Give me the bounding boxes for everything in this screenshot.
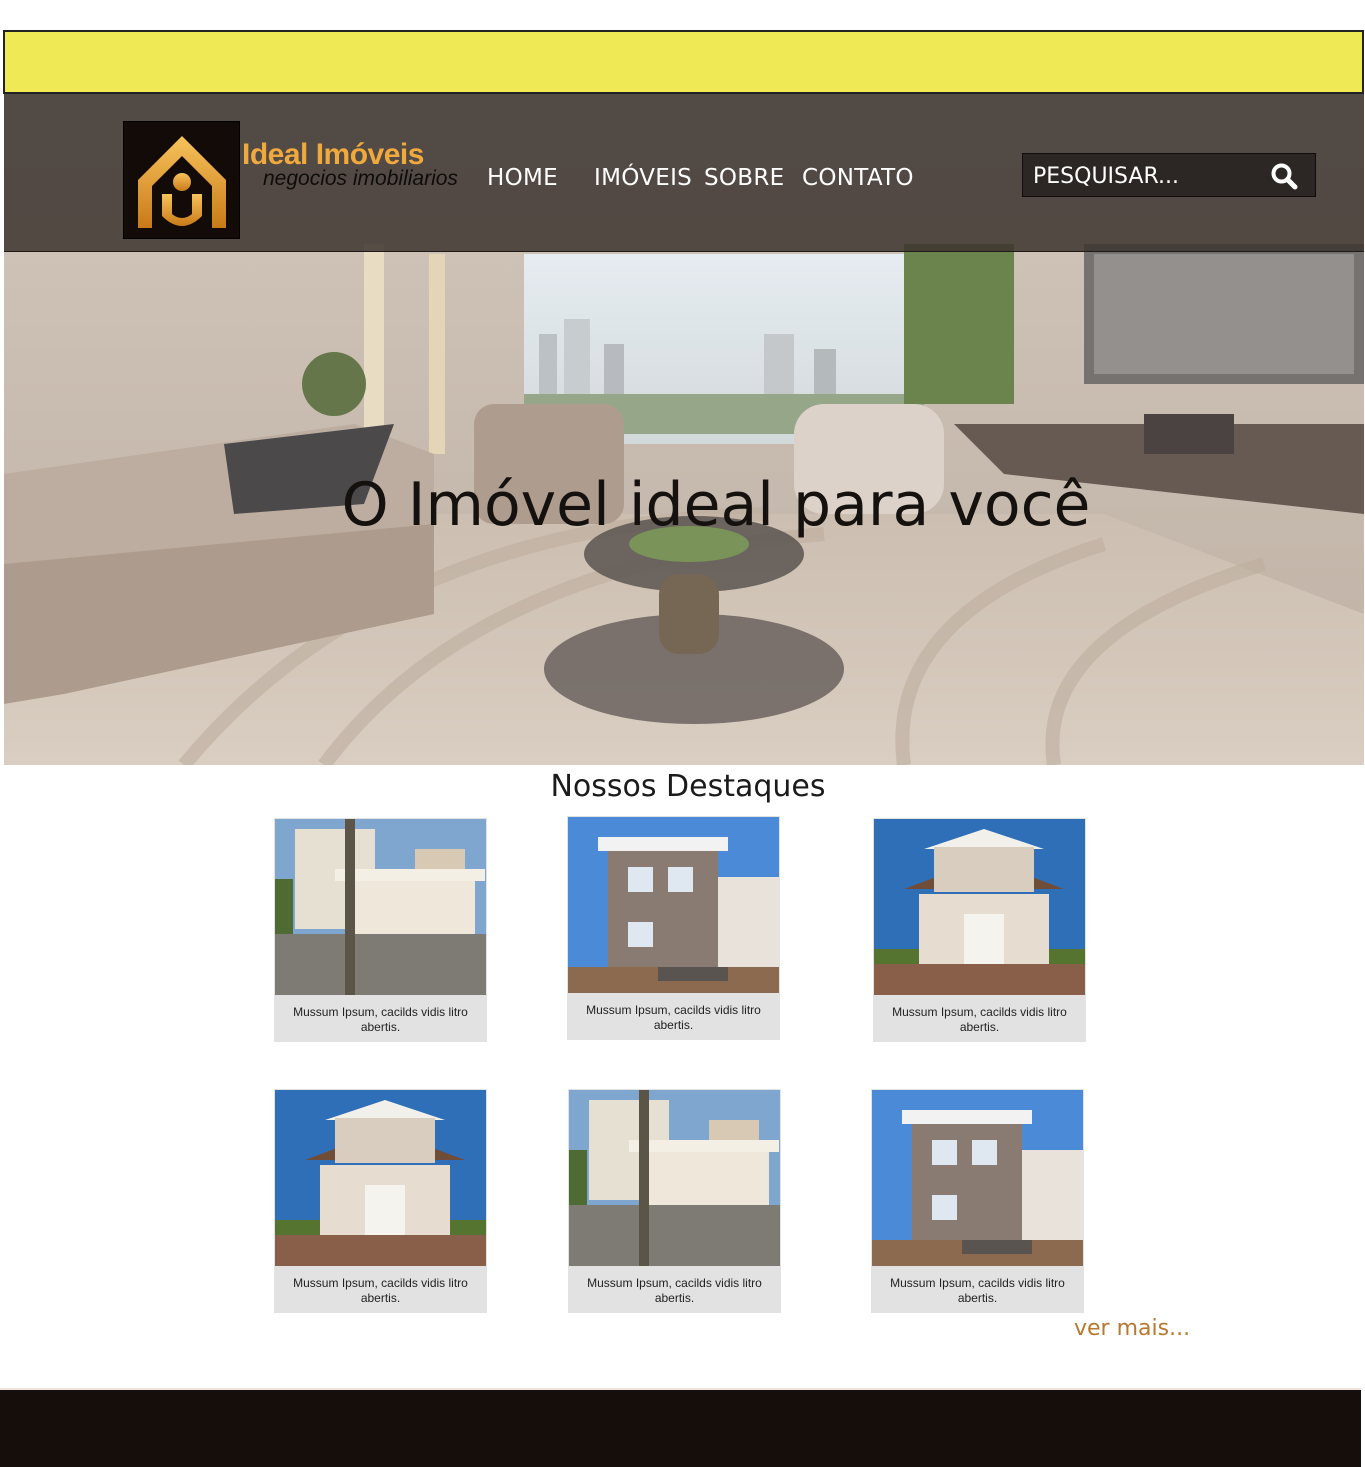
card-caption: Mussum Ipsum, cacilds vidis litro aberti… <box>586 1003 761 1032</box>
brand-tagline: negocios imobiliarios <box>263 167 458 190</box>
card-caption: Mussum Ipsum, cacilds vidis litro aberti… <box>890 1276 1065 1305</box>
property-card[interactable]: Mussum Ipsum, cacilds vidis litro aberti… <box>568 1089 781 1313</box>
top-banner-bar <box>3 30 1364 94</box>
modern-house-photo <box>872 1090 1083 1266</box>
site-footer <box>0 1388 1361 1467</box>
featured-title: Nossos Destaques <box>550 769 826 804</box>
property-card[interactable]: Mussum Ipsum, cacilds vidis litro aberti… <box>871 1089 1084 1313</box>
house-logo-icon <box>138 136 226 228</box>
property-card[interactable]: Mussum Ipsum, cacilds vidis litro aberti… <box>567 816 780 1040</box>
modern-house-photo <box>568 817 779 993</box>
card-caption: Mussum Ipsum, cacilds vidis litro aberti… <box>293 1005 468 1034</box>
card-caption: Mussum Ipsum, cacilds vidis litro aberti… <box>892 1005 1067 1034</box>
two-story-house-photo <box>874 819 1085 995</box>
property-card[interactable]: Mussum Ipsum, cacilds vidis litro aberti… <box>873 818 1086 1042</box>
nav-imoveis-link[interactable]: IMÓVEIS <box>594 165 692 191</box>
see-more-link[interactable]: ver mais... <box>1074 1316 1190 1341</box>
logo[interactable] <box>123 121 240 239</box>
condominium-gate-photo <box>569 1090 780 1266</box>
nav-contato-link[interactable]: CONTATO <box>802 165 914 191</box>
condominium-gate-photo <box>275 819 486 995</box>
card-caption: Mussum Ipsum, cacilds vidis litro aberti… <box>587 1276 762 1305</box>
search-icon[interactable] <box>1270 162 1298 190</box>
nav-sobre-link[interactable]: SOBRE <box>704 165 785 191</box>
search-box <box>1022 153 1316 197</box>
hero-title: O Imóvel ideal para você <box>341 470 1091 540</box>
two-story-house-photo <box>275 1090 486 1266</box>
search-input[interactable] <box>1033 160 1263 192</box>
property-card[interactable]: Mussum Ipsum, cacilds vidis litro aberti… <box>274 1089 487 1313</box>
card-caption: Mussum Ipsum, cacilds vidis litro aberti… <box>293 1276 468 1305</box>
nav-home-link[interactable]: HOME <box>487 165 558 191</box>
property-card[interactable]: Mussum Ipsum, cacilds vidis litro aberti… <box>274 818 487 1042</box>
